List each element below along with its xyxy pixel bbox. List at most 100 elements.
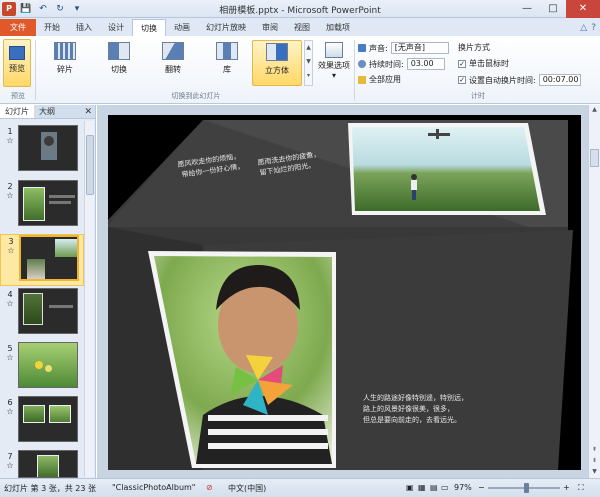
zoom-percent[interactable]: 97%: [454, 483, 472, 492]
poem-line: 路上的风景好像很美，很多，: [363, 404, 454, 413]
zoom-out-button[interactable]: −: [478, 483, 485, 492]
scrollbar-thumb[interactable]: [590, 149, 599, 167]
effect-options-icon: [325, 42, 343, 58]
title-bar: P 💾 ↶ ↻ ▾ 相册模板.pptx - Microsoft PowerPoi…: [0, 0, 600, 18]
tab-slideshow[interactable]: 幻灯片放映: [198, 19, 254, 36]
gallery-icon: [216, 42, 238, 60]
language[interactable]: 中文(中国): [228, 483, 266, 494]
poem-text-bottom[interactable]: 人生的路途好像特别遥，特别远， 路上的风景好像很美，很多， 但总是要向前走的，去…: [363, 393, 468, 424]
normal-view-icon[interactable]: ▣: [406, 483, 414, 492]
minimize-ribbon-icon[interactable]: △: [580, 23, 587, 33]
auto-advance-label: 设置自动换片时间:: [469, 75, 536, 85]
transition-cube[interactable]: 立方体: [252, 40, 302, 86]
duration-value: 03.00: [410, 59, 434, 68]
tab-insert[interactable]: 插入: [68, 19, 100, 36]
sound-select[interactable]: [无声音]: [390, 42, 449, 54]
preview-button[interactable]: 预览: [3, 39, 31, 87]
tab-transitions[interactable]: 切换: [132, 19, 166, 36]
current-slide[interactable]: 愿风吹走你的烦恼， 带给你一份好心情， 愿雨洗去你的疲惫， 留下灿烂的阳光。 人…: [108, 115, 581, 470]
slide-preview: [18, 125, 78, 171]
transition-shred[interactable]: 碎片: [40, 40, 90, 86]
landscape-photo[interactable]: [348, 123, 546, 215]
tab-review[interactable]: 审阅: [254, 19, 286, 36]
slide-thumbnail-1[interactable]: 1 ☆: [0, 125, 84, 177]
tab-animations[interactable]: 动画: [166, 19, 198, 36]
on-click-checkbox[interactable]: ✓: [458, 59, 466, 68]
maximize-button[interactable]: □: [540, 0, 566, 18]
on-click-label: 单击鼠标时: [469, 59, 509, 68]
slide-thumbnail-3[interactable]: 3 ☆: [0, 234, 84, 286]
transition-gallery[interactable]: 库: [202, 40, 252, 86]
next-slide-icon[interactable]: ⇟: [589, 457, 600, 467]
on-click-row[interactable]: ✓ 单击鼠标时: [458, 58, 509, 69]
preview-icon: [9, 46, 25, 60]
timing-group: 声音: [无声音] 持续时间: 03.00 全部应用 换片方式 ✓ 单击鼠标时 …: [358, 40, 598, 90]
scrollbar-thumb[interactable]: [86, 135, 94, 195]
minimize-button[interactable]: —: [514, 0, 540, 18]
slide-sorter-icon[interactable]: ▦: [418, 483, 426, 492]
zoom-slider-knob[interactable]: [524, 483, 529, 493]
poem-line: 人生的路途好像特别遥，特别远，: [363, 393, 468, 402]
prev-slide-icon[interactable]: ⇞: [589, 446, 600, 456]
zoom-in-button[interactable]: +: [563, 483, 570, 492]
slide-number: 3 ☆: [7, 237, 15, 255]
help-icon[interactable]: ?: [591, 23, 596, 33]
advance-title: 换片方式: [458, 42, 490, 53]
preview-group-label: 预览: [11, 92, 25, 100]
sound-label: 声音:: [369, 43, 388, 53]
tab-home[interactable]: 开始: [36, 19, 68, 36]
status-bar: 幻灯片 第 3 张，共 23 张 "ClassicPhotoAlbum" ⊘ 中…: [0, 478, 600, 497]
transition-gallery-scroll[interactable]: ▲ ▼ ▾: [304, 40, 313, 86]
slide-thumbnail-6[interactable]: 6 ☆: [0, 396, 84, 448]
tab-design[interactable]: 设计: [100, 19, 132, 36]
reading-view-icon[interactable]: ▤: [430, 483, 438, 492]
slide-thumbnail-2[interactable]: 2 ☆: [0, 180, 84, 232]
scroll-down-icon[interactable]: ▼: [589, 468, 600, 478]
group-separator: [35, 40, 36, 100]
slide-editor: 愿风吹走你的烦恼， 带给你一份好心情， 愿雨洗去你的疲惫， 留下灿烂的阳光。 人…: [97, 105, 588, 478]
editor-scrollbar[interactable]: ▲ ⇞ ⇟ ▼: [588, 105, 600, 478]
auto-advance-row[interactable]: ✓ 设置自动换片时间: 00:07.00: [458, 74, 581, 86]
scroll-up-icon[interactable]: ▲: [589, 106, 600, 116]
tab-outline[interactable]: 大纲: [34, 105, 60, 118]
auto-advance-value: 00:07.00: [542, 75, 579, 84]
slide-preview: [18, 288, 78, 334]
tab-file[interactable]: 文件: [0, 19, 36, 36]
slideshow-icon[interactable]: ▭: [441, 483, 449, 492]
duration-label: 持续时间:: [369, 59, 404, 69]
slide-thumbnail-4[interactable]: 4 ☆: [0, 288, 84, 340]
sound-icon: [358, 44, 366, 52]
effect-options-button[interactable]: 效果选项 ▾: [316, 40, 352, 86]
slides-panel-scrollbar[interactable]: [84, 121, 94, 477]
slide-number: 5 ☆: [6, 344, 14, 362]
auto-advance-checkbox[interactable]: ✓: [458, 76, 466, 84]
tab-addins[interactable]: 加载项: [318, 19, 358, 36]
tab-slides[interactable]: 幻灯片: [0, 105, 34, 118]
duration-input[interactable]: 03.00: [406, 58, 445, 70]
fit-to-window-icon[interactable]: ⛶: [578, 483, 584, 493]
slide-number: 4 ☆: [6, 290, 14, 308]
poem-line: 但总是要向前走的，去看远光。: [363, 415, 461, 424]
apply-all-button[interactable]: 全部应用: [358, 74, 401, 85]
spell-check-icon[interactable]: ⊘: [206, 483, 213, 492]
window-controls: — □ ✕: [514, 0, 600, 18]
close-button[interactable]: ✕: [566, 0, 600, 18]
slide-thumbnail-5[interactable]: 5 ☆: [0, 342, 84, 394]
group-separator: [354, 40, 355, 100]
duration-row: 持续时间: 03.00: [358, 58, 445, 70]
tab-view[interactable]: 视图: [286, 19, 318, 36]
transition-flip[interactable]: 翻转: [148, 40, 198, 86]
auto-advance-input[interactable]: 00:07.00: [538, 74, 581, 86]
slide-preview: [18, 450, 78, 478]
effect-options-label: 效果选项: [318, 61, 350, 70]
sound-row: 声音: [无声音]: [358, 42, 449, 54]
slide-thumbnail-7[interactable]: 7 ☆: [0, 450, 84, 478]
slide-preview: [18, 342, 78, 388]
switch-icon: [108, 42, 130, 60]
advance-title-label: 换片方式: [458, 43, 490, 52]
slide-info: 幻灯片 第 3 张，共 23 张: [4, 484, 96, 493]
transition-switch[interactable]: 切换: [94, 40, 144, 86]
slide-number: 7 ☆: [6, 452, 14, 470]
slide-number: 6 ☆: [6, 398, 14, 416]
close-panel-icon[interactable]: ✕: [84, 105, 92, 119]
